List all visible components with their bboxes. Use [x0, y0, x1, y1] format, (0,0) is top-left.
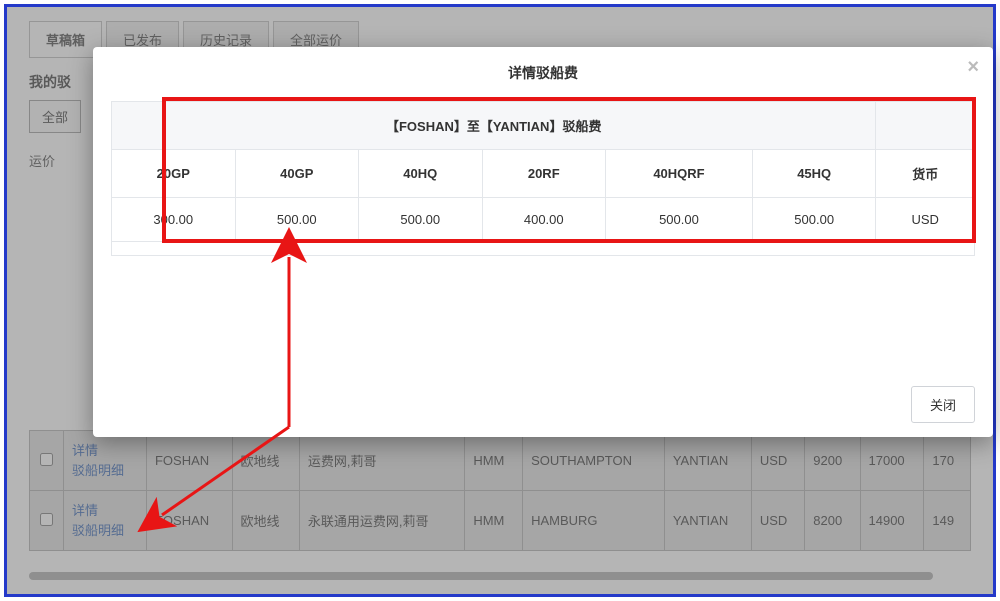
modal-title-text: 详情驳船费: [508, 65, 578, 81]
fee-cell: 500.00: [606, 198, 753, 242]
fee-cell: 400.00: [482, 198, 606, 242]
modal-title: 详情驳船费 ×: [93, 47, 993, 97]
fee-header: 40GP: [235, 150, 359, 198]
fee-row: 300.00 500.00 500.00 400.00 500.00 500.0…: [112, 198, 975, 242]
fee-header: 20GP: [112, 150, 236, 198]
fee-header: 40HQ: [359, 150, 483, 198]
fee-cell: 500.00: [359, 198, 483, 242]
fee-table-title: 【FOSHAN】至【YANTIAN】驳船费: [112, 102, 876, 150]
fee-header: 40HQRF: [606, 150, 753, 198]
fee-cell: 500.00: [235, 198, 359, 242]
close-icon[interactable]: ×: [967, 57, 979, 77]
fee-cell: 300.00: [112, 198, 236, 242]
fee-header: 20RF: [482, 150, 606, 198]
fee-cell: 500.00: [752, 198, 876, 242]
close-button[interactable]: 关闭: [911, 386, 975, 423]
fee-spacer: [112, 242, 975, 256]
feeder-fee-modal: 详情驳船费 × 【FOSHAN】至【YANTIAN】驳船费 20GP 40GP …: [93, 47, 993, 437]
fee-table: 【FOSHAN】至【YANTIAN】驳船费 20GP 40GP 40HQ 20R…: [111, 101, 975, 256]
fee-blank-header: [876, 102, 975, 150]
fee-cell: USD: [876, 198, 975, 242]
fee-header: 45HQ: [752, 150, 876, 198]
fee-header: 货币: [876, 150, 975, 198]
